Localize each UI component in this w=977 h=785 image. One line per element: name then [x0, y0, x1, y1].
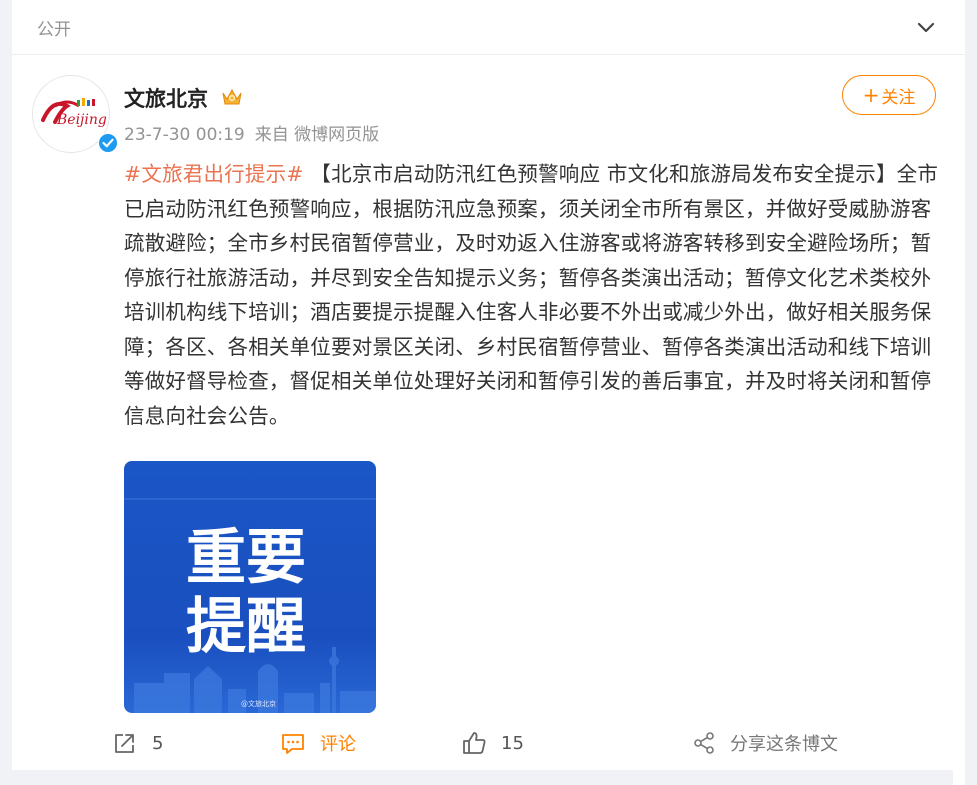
crown-icon [222, 88, 242, 105]
follow-label: 关注 [881, 87, 916, 108]
visibility-label: 公开 [37, 20, 71, 40]
page-bottom-gap [0, 770, 953, 785]
avatar-logo-text: Beijing [56, 112, 107, 128]
repost-icon [115, 734, 134, 753]
post-time[interactable]: 23-7-30 00:19 [124, 125, 245, 145]
repost-count: 5 [152, 732, 164, 754]
share-label: 分享这条博文 [730, 734, 838, 755]
post-header-bar: 公开 [12, 0, 965, 55]
post-body-text: 【北京市启动防汛红色预警响应 市文化和旅游局发布安全提示】全市已启动防汛红色预警… [124, 162, 939, 428]
share-button[interactable]: 分享这条博文 [692, 730, 838, 756]
weibo-post-card: 公开 Beijing 文旅北京 23-7-30 00:19 来自 微博网页版 +… [12, 0, 965, 785]
image-watermark: @文旅北京 [241, 699, 276, 708]
verified-badge-icon [98, 133, 118, 153]
important-notice-image: 重要 提醒 @文旅北京 [124, 461, 376, 713]
comment-label: 评论 [320, 734, 356, 755]
action-bar: 5 评论 15 分享这条博文 [12, 718, 965, 768]
hashtag-link[interactable]: #文旅君出行提示# [124, 162, 304, 186]
post-meta: 23-7-30 00:19 来自 微博网页版 [124, 120, 379, 145]
author-name[interactable]: 文旅北京 [124, 83, 208, 113]
avatar[interactable]: Beijing [32, 75, 118, 153]
chevron-down-icon[interactable] [915, 16, 937, 38]
follow-button[interactable]: + 关注 [842, 75, 936, 115]
post-content: #文旅君出行提示# 【北京市启动防汛红色预警响应 市文化和旅游局发布安全提示】全… [124, 157, 944, 433]
plus-icon: + [862, 83, 880, 107]
like-count: 15 [501, 732, 524, 754]
post-image[interactable]: 重要 提醒 @文旅北京 [124, 461, 376, 713]
share-icon [694, 732, 714, 754]
image-line2: 提醒 [186, 592, 306, 662]
post-source: 来自 微博网页版 [254, 125, 380, 145]
thumbs-up-icon [463, 732, 486, 754]
comment-button[interactable]: 评论 [280, 730, 356, 756]
image-line1: 重要 [186, 523, 306, 593]
comment-icon [282, 734, 304, 754]
repost-button[interactable]: 5 [112, 730, 163, 756]
like-button[interactable]: 15 [461, 730, 524, 756]
